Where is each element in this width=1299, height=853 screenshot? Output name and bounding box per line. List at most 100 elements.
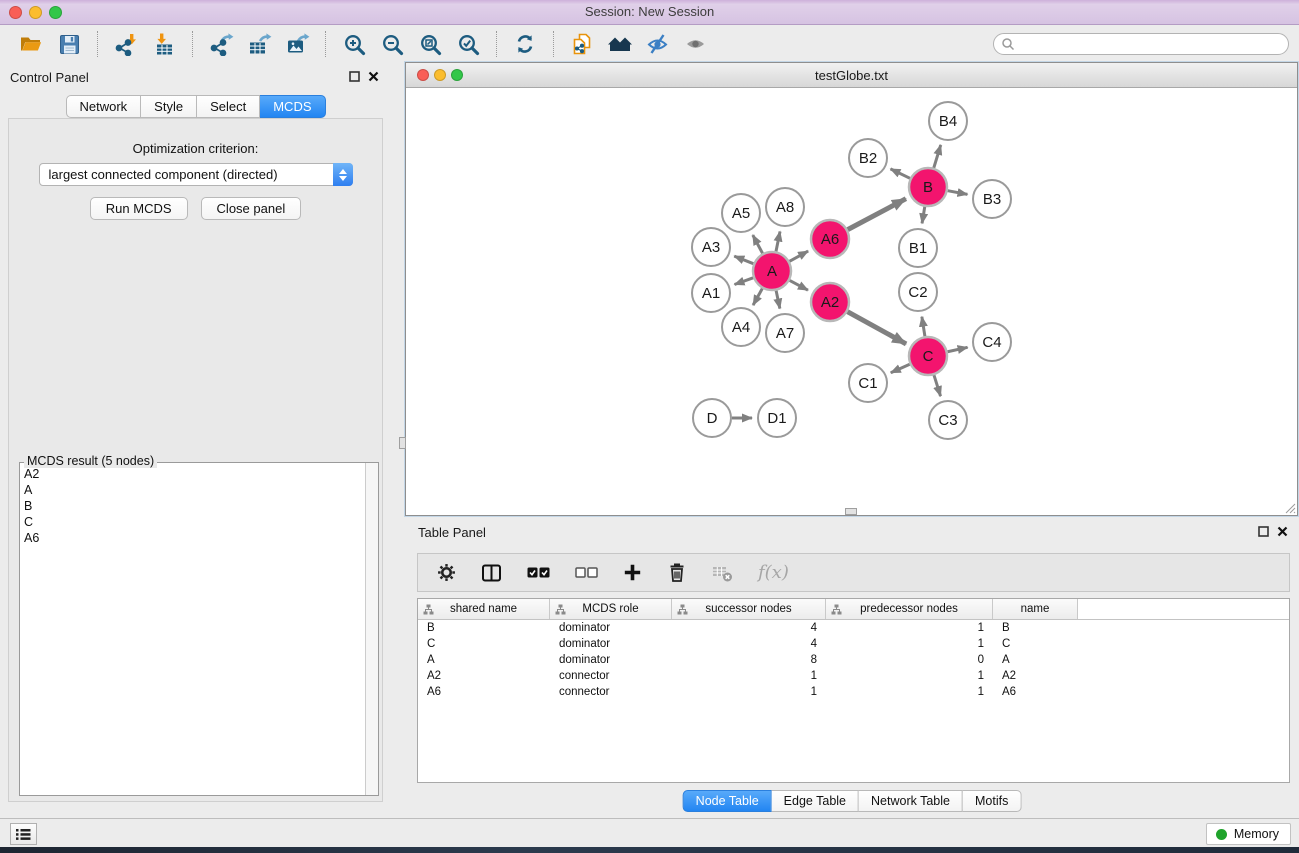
cell-predecessor-nodes[interactable]: 1 — [826, 670, 993, 682]
float-panel-icon[interactable] — [1258, 526, 1269, 537]
home-button[interactable] — [601, 29, 639, 59]
cell-shared-name[interactable]: C — [418, 638, 550, 650]
zoom-selected-button[interactable] — [449, 29, 487, 59]
table-row[interactable]: Cdominator41C — [418, 636, 1289, 652]
copy-network-button[interactable] — [563, 29, 601, 59]
tab-network-table[interactable]: Network Table — [859, 790, 963, 812]
cell-shared-name[interactable]: A6 — [418, 686, 550, 698]
task-history-button[interactable] — [10, 823, 37, 845]
resize-grip-icon[interactable] — [1282, 500, 1296, 514]
close-panel-icon[interactable] — [368, 71, 379, 82]
tab-motifs[interactable]: Motifs — [963, 790, 1021, 812]
cell-successor-nodes[interactable]: 1 — [672, 670, 826, 682]
cell-successor-nodes[interactable]: 1 — [672, 686, 826, 698]
cell-name[interactable]: A — [993, 654, 1078, 666]
export-table-button[interactable] — [240, 29, 278, 59]
add-column-button[interactable] — [623, 563, 642, 582]
export-image-button[interactable] — [278, 29, 316, 59]
cell-shared-name[interactable]: A2 — [418, 670, 550, 682]
graph-edge-A-A4[interactable] — [753, 288, 762, 305]
graph-edge-B-B3[interactable] — [948, 191, 968, 195]
graph-edge-B-B2[interactable] — [891, 169, 910, 178]
unselect-all-button[interactable] — [575, 567, 598, 578]
cell-predecessor-nodes[interactable]: 1 — [826, 686, 993, 698]
cell-name[interactable]: A6 — [993, 686, 1078, 698]
graph-edge-A-A8[interactable] — [776, 231, 780, 251]
delete-table-button[interactable] — [712, 564, 733, 582]
result-item[interactable]: A6 — [20, 530, 364, 546]
cell-successor-nodes[interactable]: 8 — [672, 654, 826, 666]
table-row[interactable]: Adominator80A — [418, 652, 1289, 668]
cell-mcds-role[interactable]: dominator — [550, 622, 672, 634]
graph-edge-A-A3[interactable] — [734, 256, 753, 264]
hide-graphics-details-button[interactable] — [639, 29, 677, 59]
tab-mcds[interactable]: MCDS — [260, 95, 325, 118]
search-box[interactable] — [993, 33, 1289, 55]
zoom-in-button[interactable] — [335, 29, 373, 59]
result-item[interactable]: C — [20, 514, 364, 530]
column-header-successor-nodes[interactable]: successor nodes — [672, 599, 826, 619]
cell-name[interactable]: A2 — [993, 670, 1078, 682]
cell-mcds-role[interactable]: dominator — [550, 654, 672, 666]
graph-edge-A6-B[interactable] — [848, 199, 906, 230]
result-item[interactable]: B — [20, 498, 364, 514]
column-header-name[interactable]: name — [993, 599, 1078, 619]
zoom-fit-button[interactable] — [411, 29, 449, 59]
table-settings-button[interactable] — [437, 563, 456, 582]
network-canvas[interactable]: AA1A2A3A4A5A6A7A8BB1B2B3B4CC1C2C3C4DD1 — [406, 89, 1297, 515]
cell-predecessor-nodes[interactable]: 1 — [826, 638, 993, 650]
graph-edge-A2-C[interactable] — [848, 312, 907, 344]
tab-style[interactable]: Style — [141, 95, 197, 118]
result-scrollbar[interactable] — [365, 463, 378, 795]
graph-edge-B-B1[interactable] — [922, 207, 925, 224]
cell-successor-nodes[interactable]: 4 — [672, 622, 826, 634]
cell-mcds-role[interactable]: dominator — [550, 638, 672, 650]
tab-network[interactable]: Network — [65, 95, 141, 118]
show-graphics-details-button[interactable] — [677, 29, 715, 59]
zoom-out-button[interactable] — [373, 29, 411, 59]
cell-predecessor-nodes[interactable]: 1 — [826, 622, 993, 634]
float-panel-icon[interactable] — [349, 71, 360, 82]
cell-name[interactable]: B — [993, 622, 1078, 634]
open-file-button[interactable] — [12, 29, 50, 59]
graph-edge-B-B4[interactable] — [934, 145, 941, 168]
graph-edge-A-A7[interactable] — [776, 291, 780, 309]
graph-edge-C-C2[interactable] — [922, 317, 925, 337]
cell-mcds-role[interactable]: connector — [550, 670, 672, 682]
import-network-button[interactable] — [107, 29, 145, 59]
graph-edge-C-C4[interactable] — [948, 347, 968, 351]
tab-edge-table[interactable]: Edge Table — [772, 790, 859, 812]
close-panel-button[interactable]: Close panel — [201, 197, 302, 220]
result-item[interactable]: A — [20, 482, 364, 498]
network-view-titlebar[interactable]: testGlobe.txt — [406, 63, 1297, 88]
apply-layout-button[interactable] — [506, 29, 544, 59]
column-header-mcds-role[interactable]: MCDS role — [550, 599, 672, 619]
node-table[interactable]: shared nameMCDS rolesuccessor nodesprede… — [417, 598, 1290, 783]
table-row[interactable]: Bdominator41B — [418, 620, 1289, 636]
column-header-shared-name[interactable]: shared name — [418, 599, 550, 619]
save-session-button[interactable] — [50, 29, 88, 59]
search-input[interactable] — [1019, 35, 1288, 53]
table-row[interactable]: A6connector11A6 — [418, 684, 1289, 700]
table-mode-button[interactable] — [481, 563, 502, 583]
frame-edge-grip[interactable] — [845, 508, 857, 515]
graph-edge-A-A5[interactable] — [753, 235, 763, 253]
cell-shared-name[interactable]: B — [418, 622, 550, 634]
graph-edge-C-C1[interactable] — [891, 364, 910, 373]
column-header-predecessor-nodes[interactable]: predecessor nodes — [826, 599, 993, 619]
graph-edge-A-A2[interactable] — [790, 280, 808, 290]
cell-mcds-role[interactable]: connector — [550, 686, 672, 698]
memory-button[interactable]: Memory — [1206, 823, 1291, 845]
export-network-button[interactable] — [202, 29, 240, 59]
cell-successor-nodes[interactable]: 4 — [672, 638, 826, 650]
graph-edge-A-A1[interactable] — [735, 278, 754, 285]
tab-node-table[interactable]: Node Table — [683, 790, 772, 812]
result-item[interactable]: A2 — [20, 466, 364, 482]
cell-shared-name[interactable]: A — [418, 654, 550, 666]
delete-columns-button[interactable] — [667, 562, 687, 583]
graph-edge-C-C3[interactable] — [934, 375, 941, 396]
table-row[interactable]: A2connector11A2 — [418, 668, 1289, 684]
tab-select[interactable]: Select — [197, 95, 260, 118]
graph-edge-A-A6[interactable] — [790, 251, 809, 261]
close-panel-icon[interactable] — [1277, 526, 1288, 537]
